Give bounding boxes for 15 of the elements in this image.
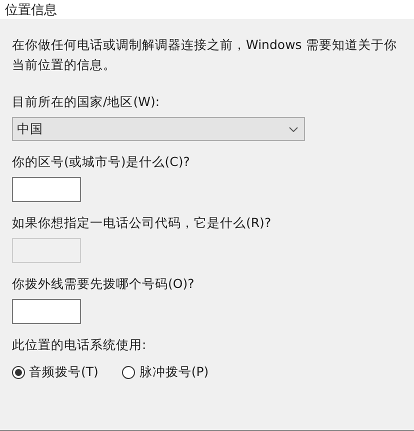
chevron-down-icon bbox=[289, 126, 298, 132]
window-title: 位置信息 bbox=[5, 2, 57, 18]
radio-button[interactable] bbox=[12, 366, 25, 379]
field-label: 目前所在的国家/地区(W): bbox=[12, 93, 161, 111]
field-label: 如果你想指定一电话公司代码，它是什么(R)? bbox=[12, 214, 272, 232]
group-label: 此位置的电话系统使用: bbox=[12, 336, 148, 354]
country-dropdown[interactable]: 中国 bbox=[12, 117, 305, 141]
input-field[interactable] bbox=[12, 177, 81, 202]
input-field[interactable] bbox=[12, 299, 81, 324]
radio-label: 脉冲拨号(P) bbox=[139, 364, 209, 381]
field-label: 你拨外线需要先拨哪个号码(O)? bbox=[12, 275, 196, 293]
radio-button[interactable] bbox=[122, 366, 136, 379]
radio-label: 音频拨号(T) bbox=[29, 364, 98, 381]
intro-text: 在你做任何电话或调制解调器连接之前，Windows 需要知道关于你当前位置的信息。 bbox=[12, 36, 398, 74]
field-label: 你的区号(或城市号)是什么(C)? bbox=[12, 153, 191, 171]
